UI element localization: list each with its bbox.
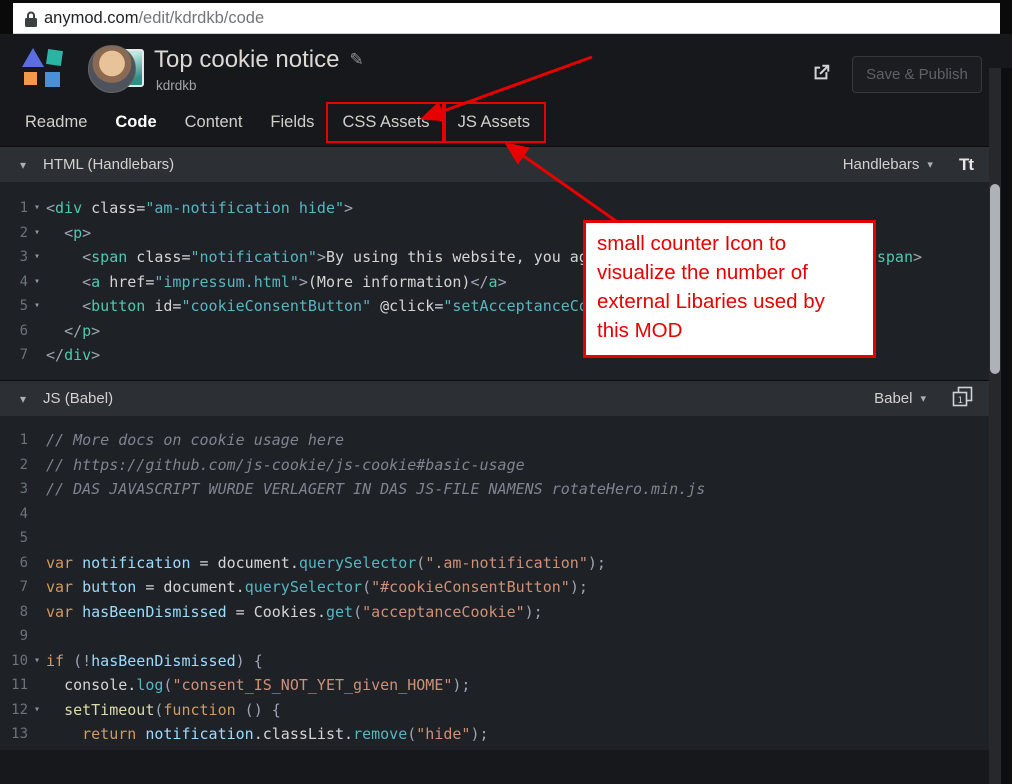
line-number: 1 <box>19 432 28 448</box>
line-number: 2 <box>19 456 28 473</box>
js-section-title: JS (Babel) <box>43 390 114 407</box>
code-line: 4 <box>0 502 989 527</box>
browser-url-bar[interactable]: anymod.com/edit/kdrdkb/code <box>0 0 1012 37</box>
line-number: 7 <box>19 579 28 595</box>
line-number: 3 <box>19 481 28 497</box>
code-line: 6 var notification = document.querySelect… <box>0 551 989 576</box>
code-line: 10 ▾ if (!hasBeenDismissed) { <box>0 649 989 674</box>
code-line: 11 console.log("consent_IS_NOT_YET_given… <box>0 673 989 698</box>
edit-pencil-icon[interactable]: ✎ <box>349 50 363 70</box>
html-section-title: HTML (Handlebars) <box>43 156 175 173</box>
tab-fields[interactable]: Fields <box>256 104 328 141</box>
fold-caret-icon[interactable]: ▾ <box>28 221 46 246</box>
line-number: 4 <box>19 273 28 290</box>
code-line: 2// https://github.com/js-cookie/js-cook… <box>0 453 989 478</box>
asset-counter-icon[interactable]: 1 <box>952 386 973 412</box>
tab-code[interactable]: Code <box>101 104 170 141</box>
code-line: 3// DAS JAVASCRIPT WURDE VERLAGERT IN DA… <box>0 477 989 502</box>
browser-edge <box>0 3 13 37</box>
browser-edge <box>1000 3 1012 37</box>
fold-caret-icon[interactable]: ▾ <box>28 270 46 295</box>
line-number: 3 <box>19 249 28 265</box>
line-number: 1 <box>19 200 28 216</box>
line-number: 2 <box>19 224 28 241</box>
fold-caret-icon[interactable]: ▾ <box>28 196 46 221</box>
page-title: Top cookie notice <box>154 46 340 73</box>
js-section-header: ▾ JS (Babel) Babel ▾ 1 <box>0 380 989 416</box>
html-mode-select[interactable]: Handlebars <box>843 156 920 173</box>
code-line: 1// More docs on cookie usage here <box>0 428 989 453</box>
fold-caret-icon[interactable]: ▾ <box>28 698 46 723</box>
tab-content[interactable]: Content <box>171 104 257 141</box>
url-host: anymod.com <box>44 9 139 27</box>
mod-header: Top cookie notice ✎ kdrdkb Save & Publis… <box>0 34 989 98</box>
line-number: 12 <box>11 701 28 718</box>
window-edge <box>1001 68 1012 784</box>
line-number: 11 <box>11 677 28 693</box>
lock-icon <box>21 9 41 36</box>
line-number: 10 <box>11 652 28 669</box>
tab-readme[interactable]: Readme <box>11 104 101 141</box>
code-line: 8 var hasBeenDismissed = Cookies.get("acc… <box>0 600 989 625</box>
tab-js-assets[interactable]: JS Assets <box>444 104 544 141</box>
external-link-icon[interactable] <box>810 62 832 89</box>
anymod-logo-icon[interactable] <box>20 46 66 92</box>
url-text[interactable]: anymod.com/edit/kdrdkb/code <box>44 3 264 34</box>
html-section-header: ▾ HTML (Handlebars) Handlebars ▾ Tt <box>0 146 989 182</box>
collapse-caret-icon[interactable]: ▾ <box>20 392 26 406</box>
app-shell: Top cookie notice ✎ kdrdkb Save & Publis… <box>0 34 1012 784</box>
code-line: 13 return notification.classList.remove(… <box>0 722 989 747</box>
scrollbar-thumb[interactable] <box>990 184 1000 374</box>
line-number: 9 <box>19 628 28 644</box>
tab-bar: Readme Code Content Fields CSS Assets JS Asse… <box>0 98 989 146</box>
line-number: 13 <box>11 726 28 742</box>
collapse-caret-icon[interactable]: ▾ <box>20 158 26 172</box>
line-number: 8 <box>19 603 28 620</box>
code-line: 1 ▾ <div class="am-notification hide"> <box>0 196 989 221</box>
js-mode-select[interactable]: Babel <box>874 390 912 407</box>
mod-id: kdrdkb <box>156 78 197 93</box>
fold-caret-icon[interactable]: ▾ <box>28 294 46 319</box>
save-publish-button[interactable]: Save & Publish <box>852 56 982 93</box>
code-line: 7 var button = document.querySelector("#c… <box>0 575 989 600</box>
code-line: 9 <box>0 624 989 649</box>
line-number: 4 <box>19 505 28 522</box>
line-number: 5 <box>19 530 28 546</box>
chevron-down-icon[interactable]: ▾ <box>927 158 933 171</box>
line-number: 6 <box>19 554 28 571</box>
fold-caret-icon[interactable]: ▾ <box>28 649 46 674</box>
js-code[interactable]: 1// More docs on cookie usage here 2// ht… <box>0 416 989 750</box>
tab-css-assets[interactable]: CSS Assets <box>328 104 443 141</box>
line-number: 6 <box>19 322 28 339</box>
line-number: 7 <box>19 347 28 363</box>
avatar[interactable] <box>88 45 146 93</box>
url-path: /edit/kdrdkb/code <box>138 9 265 27</box>
scrollbar-track[interactable] <box>989 68 1001 784</box>
avatar-photo <box>88 45 136 93</box>
svg-text:1: 1 <box>958 396 963 406</box>
code-line: 12 ▾ setTimeout(function () { <box>0 698 989 723</box>
font-size-icon[interactable]: Tt <box>959 155 974 175</box>
code-line: 5 <box>0 526 989 551</box>
annotation-note: small counter Icon to visualize the numb… <box>583 220 876 358</box>
chevron-down-icon[interactable]: ▾ <box>920 392 926 405</box>
fold-caret-icon[interactable]: ▾ <box>28 245 46 270</box>
line-number: 5 <box>19 298 28 314</box>
